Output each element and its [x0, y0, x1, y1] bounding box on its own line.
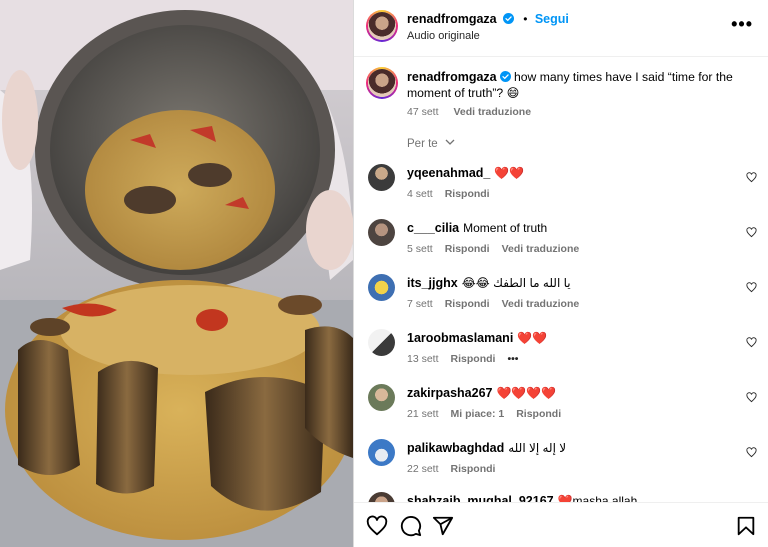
heart-icon[interactable]: [366, 515, 388, 537]
comment-text: ❤️❤️❤️❤️: [496, 386, 557, 400]
translate-link[interactable]: Vedi traduzione: [502, 298, 580, 310]
post-header: renadfromgaza • Segui Audio originale ••…: [354, 0, 768, 57]
reply-button[interactable]: Rispondi: [445, 298, 490, 310]
comment-age: 5 sett: [407, 243, 433, 255]
comment-item: yqeenahmad_ ❤️❤️ 4 sett Rispondi: [354, 164, 768, 219]
caption-text-block: renadfromgaza how many times have I said…: [407, 70, 737, 101]
bookmark-icon[interactable]: [735, 515, 757, 537]
comment-item: palikawbaghdad لا إله إلا الله 22 sett Ris…: [354, 439, 768, 494]
commenter-avatar[interactable]: [368, 164, 395, 191]
comment-age: 7 sett: [407, 298, 433, 310]
more-options-icon[interactable]: •••: [731, 14, 753, 35]
comment-age: 4 sett: [407, 188, 433, 200]
comment-text: Moment of truth: [463, 221, 548, 235]
comment-item: c___cilia Moment of truth 5 sett Rispondi V…: [354, 219, 768, 274]
author-username[interactable]: renadfromgaza: [407, 12, 497, 26]
heart-icon[interactable]: [746, 227, 757, 238]
heart-icon[interactable]: [746, 282, 757, 293]
heart-icon[interactable]: [746, 447, 757, 458]
comment-item: its_jjghx 😂😂 يا الله ما الطفك 7 sett Rispo…: [354, 274, 768, 329]
comment-item: 1aroobmaslamani ❤️❤️ 13 sett Rispondi •••: [354, 329, 768, 384]
caption-avatar-ring[interactable]: [366, 67, 398, 99]
reply-button[interactable]: Rispondi: [451, 463, 496, 475]
instagram-post-window: renadfromgaza • Segui Audio originale ••…: [0, 0, 768, 547]
caption-meta: 47 sett Vedi traduzione: [407, 106, 531, 118]
reply-button[interactable]: Rispondi: [445, 188, 490, 200]
comment-more-icon[interactable]: •••: [507, 353, 518, 365]
comment-username[interactable]: its_jjghx: [407, 276, 458, 290]
comment-item: zakirpasha267 ❤️❤️❤️❤️ 21 sett Mi piace: 1…: [354, 384, 768, 439]
chevron-down-icon: [445, 139, 455, 145]
comment-sort-dropdown[interactable]: Per te: [407, 138, 455, 150]
comment-username[interactable]: 1aroobmaslamani: [407, 331, 513, 345]
caption-avatar[interactable]: [368, 69, 396, 97]
caption-username[interactable]: renadfromgaza: [407, 70, 497, 84]
caption-age: 47 sett: [407, 106, 439, 118]
commenter-avatar[interactable]: [368, 384, 395, 411]
comment-age: 21 sett: [407, 408, 439, 420]
separator-dot: •: [523, 12, 528, 26]
follow-button[interactable]: Segui: [535, 12, 569, 26]
translate-link[interactable]: Vedi traduzione: [502, 243, 580, 255]
verified-badge-icon: [502, 13, 514, 24]
story-ring[interactable]: [366, 10, 398, 42]
reply-button[interactable]: Rispondi: [451, 353, 496, 365]
comment-text: لا إله إلا الله: [508, 441, 567, 455]
commenter-avatar[interactable]: [368, 274, 395, 301]
commenter-avatar[interactable]: [368, 219, 395, 246]
comment-username[interactable]: c___cilia: [407, 221, 459, 235]
sort-label: Per te: [407, 138, 438, 150]
heart-icon[interactable]: [746, 172, 757, 183]
post-side-panel: renadfromgaza • Segui Audio originale ••…: [353, 0, 768, 547]
food-photo: [0, 0, 353, 547]
verified-badge-icon: [499, 71, 511, 82]
caption-translate-link[interactable]: Vedi traduzione: [453, 106, 531, 118]
audio-label[interactable]: Audio originale: [407, 30, 480, 42]
comment-age: 22 sett: [407, 463, 439, 475]
comment-text: 😂😂 يا الله ما الطفك: [461, 276, 571, 290]
comment-username[interactable]: yqeenahmad_: [407, 166, 490, 180]
comment-likes-count[interactable]: Mi piace: 1: [451, 408, 505, 420]
heart-icon[interactable]: [746, 337, 757, 348]
share-icon[interactable]: [432, 515, 454, 537]
comment-username[interactable]: zakirpasha267: [407, 386, 492, 400]
reply-button[interactable]: Rispondi: [445, 243, 490, 255]
commenter-avatar[interactable]: [368, 439, 395, 466]
comment-text: ❤️❤️: [517, 331, 548, 345]
reply-button[interactable]: Rispondi: [516, 408, 561, 420]
commenter-avatar[interactable]: [368, 329, 395, 356]
avatar[interactable]: [368, 12, 396, 40]
header-title-row: renadfromgaza • Segui: [407, 12, 569, 26]
comment-text: ❤️❤️: [494, 166, 525, 180]
heart-icon[interactable]: [746, 392, 757, 403]
comment-username[interactable]: palikawbaghdad: [407, 441, 504, 455]
comment-icon[interactable]: [400, 515, 422, 537]
post-image[interactable]: [0, 0, 353, 547]
comment-age: 13 sett: [407, 353, 439, 365]
post-action-bar: [354, 502, 768, 547]
